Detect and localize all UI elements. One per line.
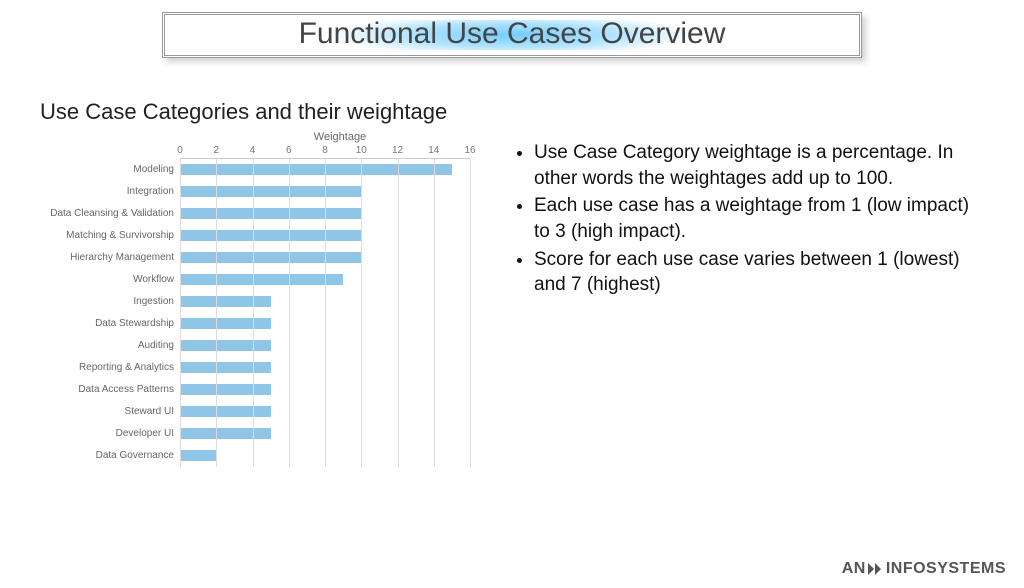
y-label: Ingestion [40, 291, 174, 313]
y-label: Developer UI [40, 423, 174, 445]
double-chevron-icon [867, 562, 885, 576]
bar [180, 164, 452, 175]
bar [180, 230, 361, 241]
y-label: Workflow [40, 269, 174, 291]
bar [180, 406, 271, 417]
logo-suffix: INFOSYSTEMS [886, 560, 1006, 578]
bullet-item: Use Case Category weightage is a percent… [534, 140, 980, 191]
bar [180, 296, 271, 307]
chart-x-axis: 0246810121416 [180, 145, 470, 159]
bullet-list: Use Case Category weightage is a percent… [510, 140, 980, 298]
bar [180, 252, 361, 263]
bar [180, 450, 216, 461]
gridline [398, 159, 399, 467]
y-label: Matching & Survivorship [40, 225, 174, 247]
bar [180, 340, 271, 351]
left-column: Use Case Categories and their weightage … [40, 98, 500, 467]
gridline [325, 159, 326, 467]
bar [180, 208, 361, 219]
x-tick: 8 [322, 145, 328, 156]
y-label: Steward UI [40, 401, 174, 423]
content-area: Use Case Categories and their weightage … [0, 98, 1024, 467]
y-label: Auditing [40, 335, 174, 357]
gridline [216, 159, 217, 467]
right-column: Use Case Category weightage is a percent… [500, 98, 980, 467]
x-tick: 14 [428, 145, 439, 156]
bar [180, 274, 343, 285]
y-label: Modeling [40, 159, 174, 181]
y-label: Data Governance [40, 445, 174, 467]
x-tick: 6 [286, 145, 292, 156]
bar [180, 318, 271, 329]
x-tick: 4 [250, 145, 256, 156]
chart-subtitle: Use Case Categories and their weightage [40, 98, 500, 127]
x-tick: 16 [464, 145, 475, 156]
weightage-chart: ModelingIntegrationData Cleansing & Vali… [40, 145, 500, 467]
gridline [253, 159, 254, 467]
chart-y-labels: ModelingIntegrationData Cleansing & Vali… [40, 145, 180, 467]
gridline [361, 159, 362, 467]
y-label: Reporting & Analytics [40, 357, 174, 379]
gridline [434, 159, 435, 467]
y-label: Integration [40, 181, 174, 203]
y-label: Hierarchy Management [40, 247, 174, 269]
x-tick: 0 [177, 145, 183, 156]
gridline [470, 159, 471, 467]
slide-title: Functional Use Cases Overview [165, 17, 859, 51]
x-tick: 12 [392, 145, 403, 156]
logo-prefix: AN [842, 560, 866, 578]
chart-title: Weightage [180, 131, 500, 143]
brand-logo: AN INFOSYSTEMS [842, 560, 1006, 578]
chart-plot-area: 0246810121416 [180, 145, 470, 467]
x-tick: 10 [356, 145, 367, 156]
bar [180, 384, 271, 395]
y-label: Data Stewardship [40, 313, 174, 335]
bullet-item: Each use case has a weightage from 1 (lo… [534, 193, 980, 244]
x-tick: 2 [213, 145, 219, 156]
bar [180, 186, 361, 197]
y-label: Data Cleansing & Validation [40, 203, 174, 225]
gridline [289, 159, 290, 467]
slide-title-box: Functional Use Cases Overview [162, 12, 862, 58]
bar [180, 362, 271, 373]
y-label: Data Access Patterns [40, 379, 174, 401]
bar [180, 428, 271, 439]
bullet-item: Score for each use case varies between 1… [534, 247, 980, 298]
gridline [180, 159, 181, 467]
